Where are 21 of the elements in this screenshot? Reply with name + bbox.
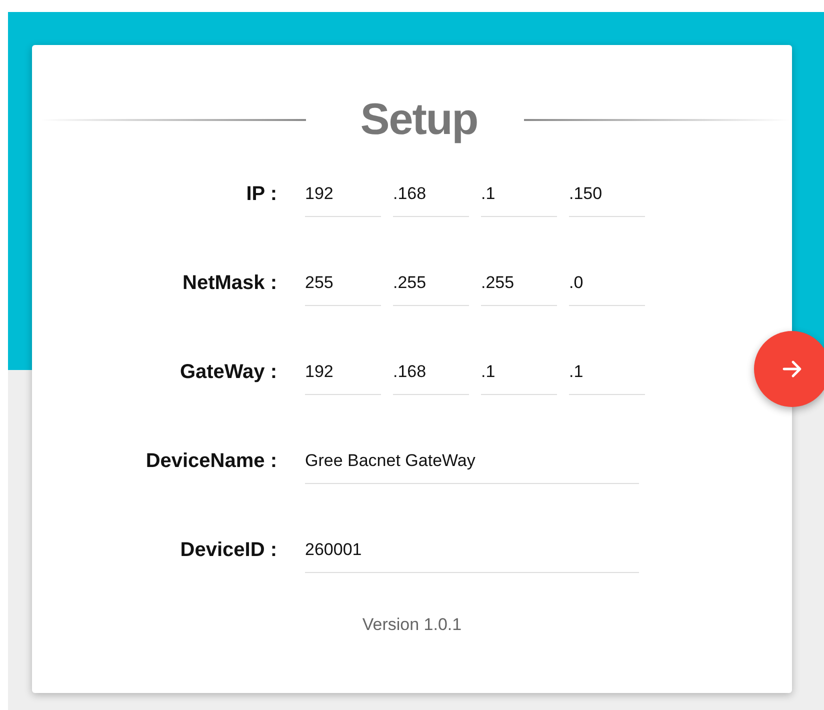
octet-input[interactable]: .1: [481, 350, 557, 395]
octet-input[interactable]: .168: [393, 350, 469, 395]
octet-input[interactable]: 192: [305, 350, 381, 395]
version-text: Version 1.0.1: [361, 615, 463, 635]
octet-input[interactable]: .0: [569, 261, 645, 306]
field-label: DeviceID :: [179, 538, 277, 562]
setup-title: Setup: [360, 95, 478, 145]
octet-input[interactable]: .255: [393, 261, 469, 306]
octet-input[interactable]: 192: [305, 172, 381, 217]
field-label: IP :: [245, 182, 277, 206]
text-input[interactable]: 260001: [305, 528, 639, 573]
field-label: GateWay :: [178, 360, 277, 384]
octet-input[interactable]: 255: [305, 261, 381, 306]
octet-input[interactable]: .150: [569, 172, 645, 217]
text-input[interactable]: Gree Bacnet GateWay: [305, 439, 639, 484]
field-label: DeviceName :: [144, 449, 277, 473]
octet-input[interactable]: .255: [481, 261, 557, 306]
octet-input[interactable]: .1: [569, 350, 645, 395]
octet-input[interactable]: .1: [481, 172, 557, 217]
octet-input[interactable]: .168: [393, 172, 469, 217]
field-label: NetMask :: [182, 271, 277, 295]
